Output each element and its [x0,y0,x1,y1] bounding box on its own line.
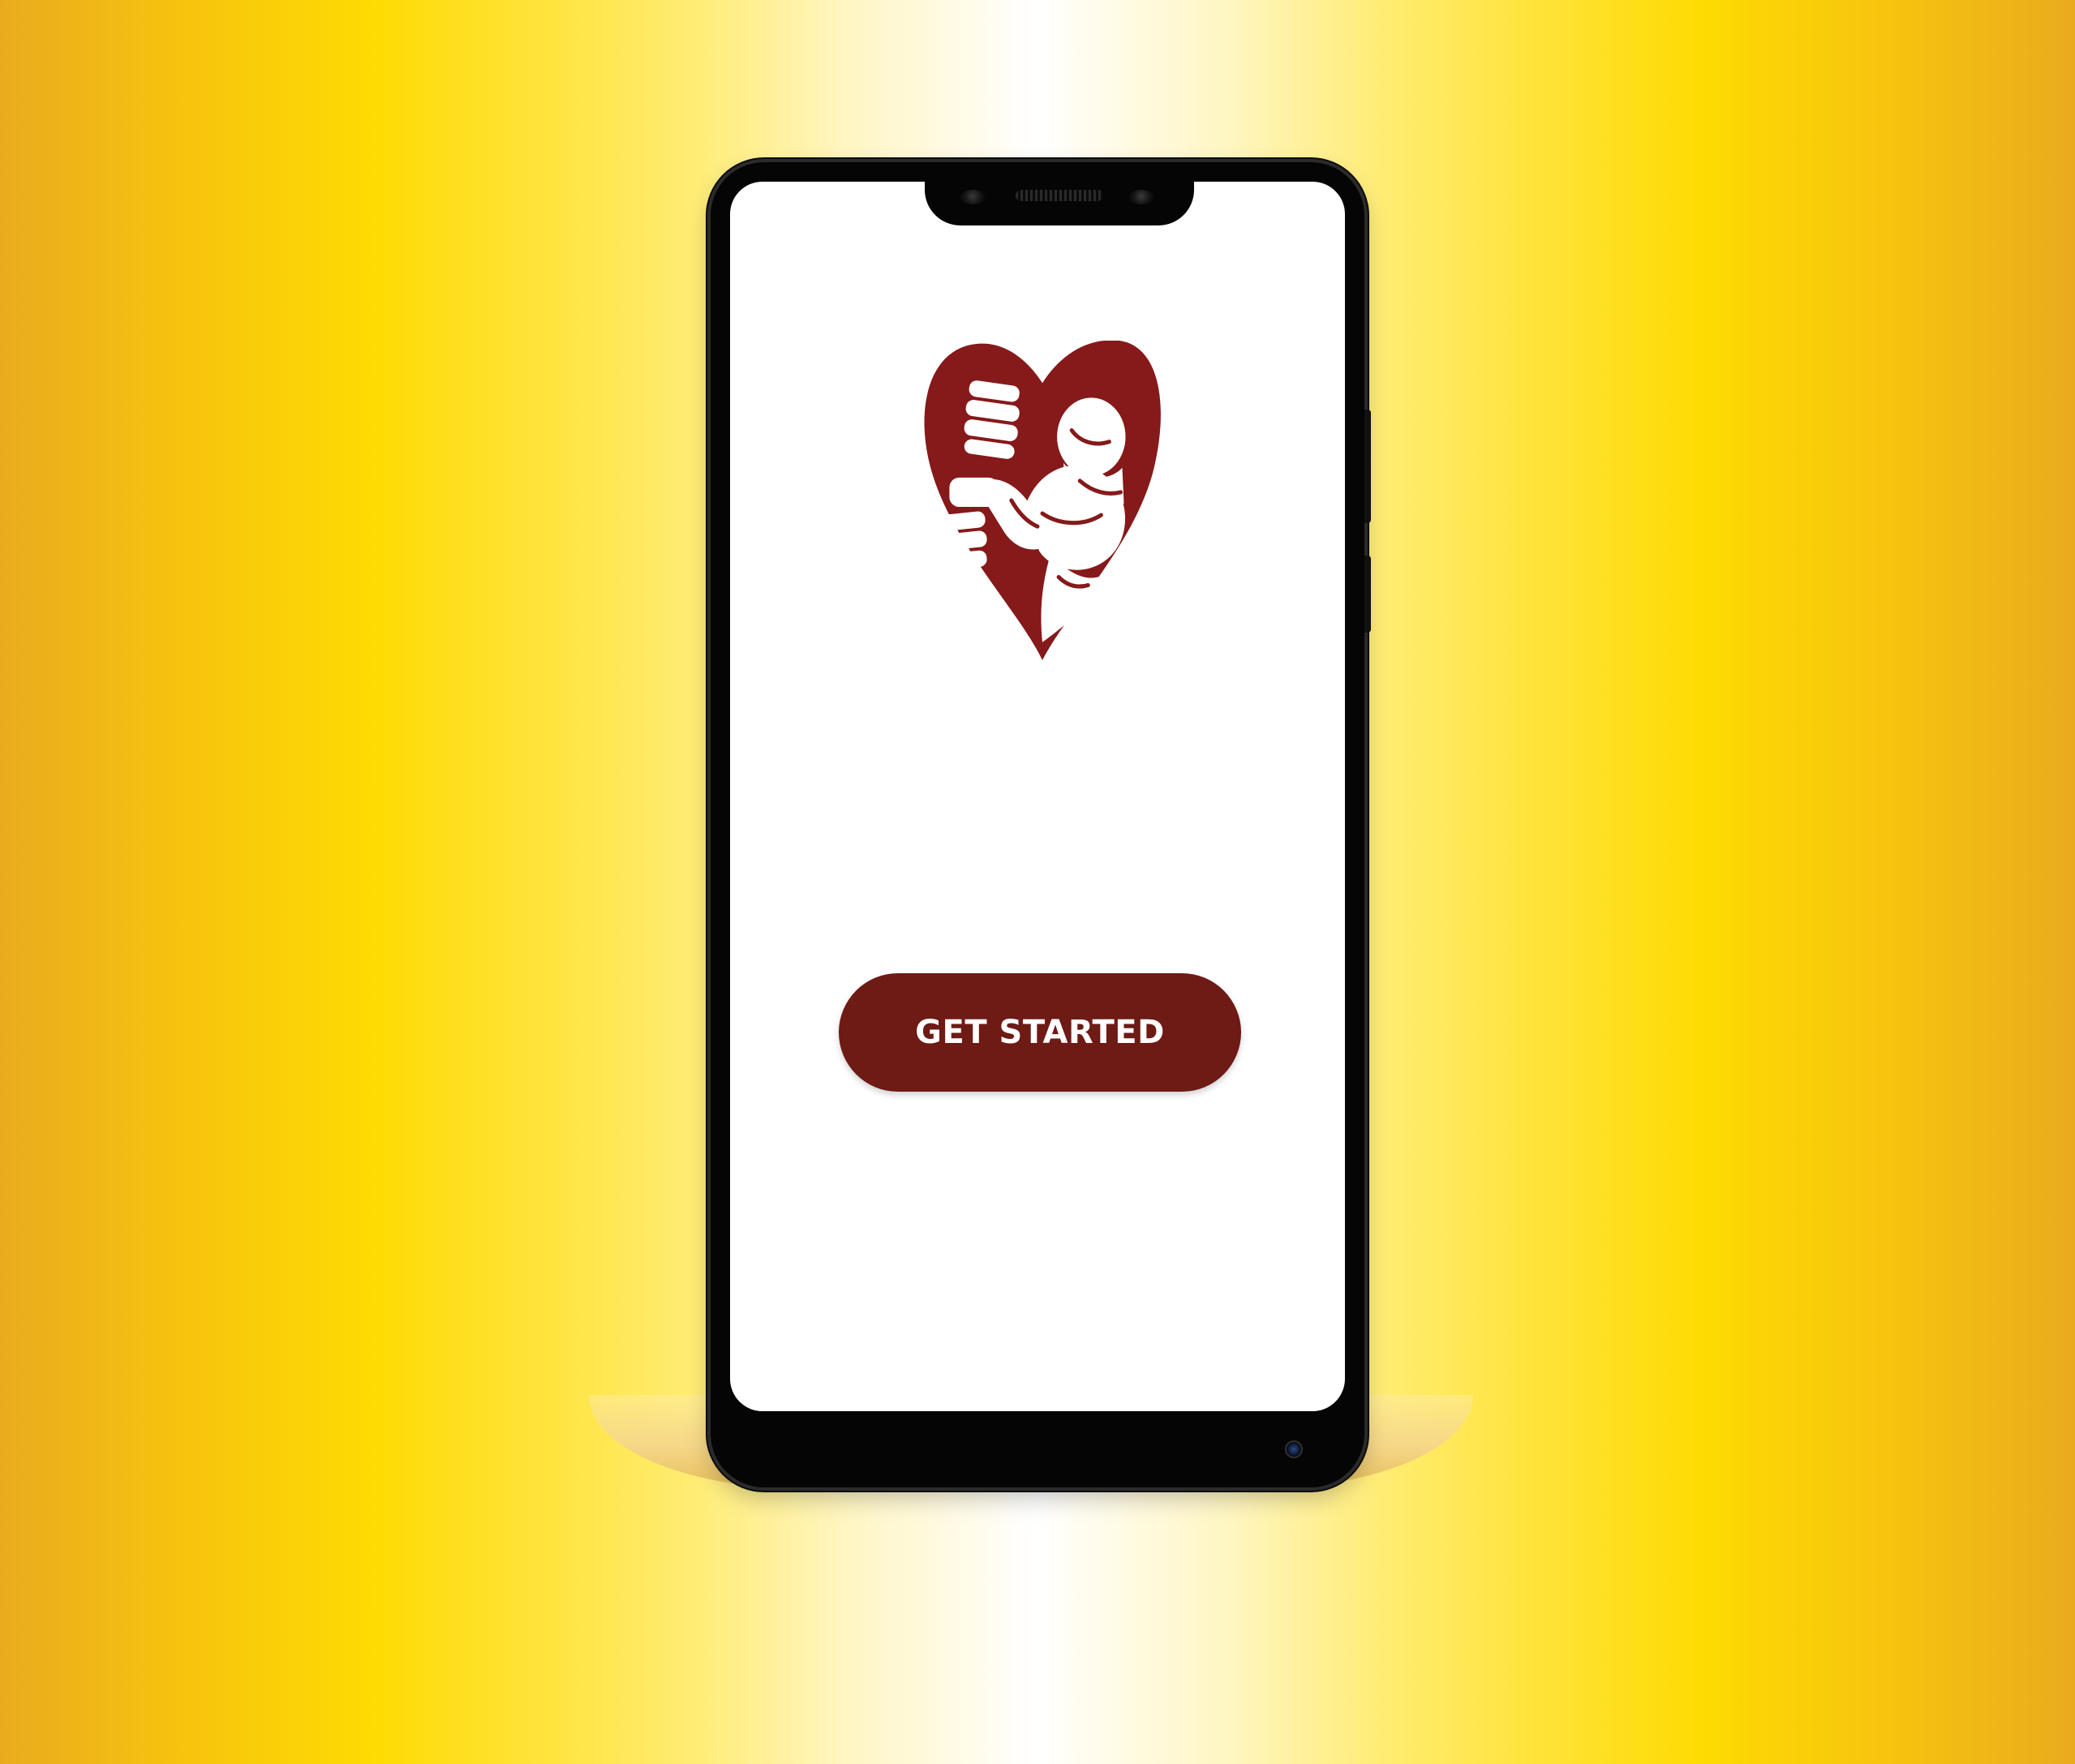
app-screen: GET STARTED [730,182,1345,1411]
phone-notch [925,182,1194,225]
front-sensor-icon [1129,190,1153,204]
phone-frame: GET STARTED [711,162,1371,1487]
front-camera-icon [960,190,985,204]
power-button [1364,556,1371,633]
earpiece-speaker [1016,190,1103,201]
volume-button [1364,410,1371,523]
bottom-camera-icon [1287,1442,1301,1457]
heart-bodybuilder-logo-icon [924,341,1161,660]
get-started-button[interactable]: GET STARTED [839,973,1241,1092]
promo-background: GET STARTED [0,0,2075,1764]
